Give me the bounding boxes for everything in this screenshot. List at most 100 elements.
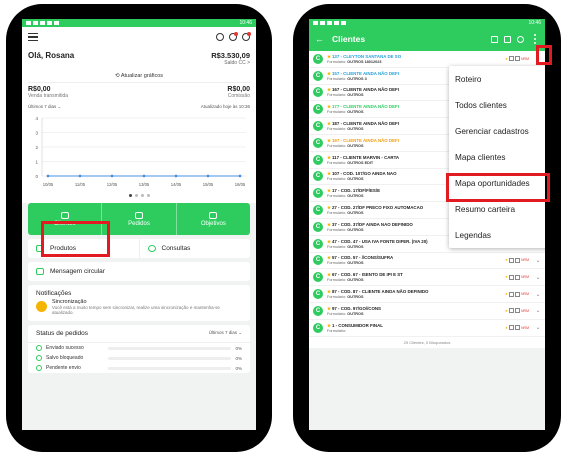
cart-icon	[134, 211, 143, 219]
consultas-label: Consultas	[161, 245, 191, 252]
client-count: 25 Clientes, 0 Bloqueados	[309, 336, 545, 348]
client-form-value: OUTROS	[347, 127, 364, 132]
clientes-toolbar: ← Clientes	[309, 27, 545, 51]
y-tick-label: 3	[35, 130, 38, 135]
sync-icon[interactable]	[216, 33, 224, 41]
add-client-icon[interactable]	[491, 35, 498, 43]
notification-item[interactable]: Sincronização Você está a muito tempo se…	[28, 299, 250, 321]
client-form-label: Formulário:	[327, 211, 347, 216]
client-row[interactable]: C ★67 - COD. 67 - ISENTO DE IPI E ST Formu…	[309, 269, 545, 287]
client-row[interactable]: C ★57 - COD. 57 - //CONS/SUFRA Formulário:…	[309, 253, 545, 270]
client-name-text: 117 - CLIENTE MARVIN - CARTA	[331, 154, 400, 160]
order-status-filter-label: Últimos 7 dias	[208, 330, 237, 335]
consultas-link[interactable]: Consultas	[140, 239, 251, 258]
order-status-list: Enviado sucesso 0% Salvo bloqueado 0% Penden…	[28, 343, 250, 373]
star-icon: ★	[327, 53, 331, 59]
client-form-value: OUTROS	[347, 194, 364, 199]
menu-item-todos-clientes[interactable]: Todos clientes	[449, 92, 545, 118]
highlight-kebab	[536, 45, 552, 65]
client-form: Formulário: OUTROS	[327, 278, 505, 282]
client-avatar: C	[313, 322, 323, 333]
document-icon	[509, 308, 515, 314]
client-form-label: Formulário:	[327, 194, 347, 199]
star-icon: ★	[327, 255, 331, 261]
client-avatar: C	[313, 70, 323, 81]
update-charts-button[interactable]: ⟲ Atualizar gráficos	[28, 70, 250, 83]
client-form-value: OUTROS EDIT	[347, 160, 374, 165]
client-name-text: 197 - CLIENTE AINDA NÃO DEFI	[331, 137, 399, 143]
client-form-label: Formulário:	[327, 143, 347, 148]
menu-item-roteiro[interactable]: Roteiro	[449, 66, 545, 92]
client-info: ★87 - COD. 87 - CLIENTE AINDA NÃO DEFINI…	[327, 289, 505, 299]
y-tick-label: 4	[35, 116, 38, 121]
client-name-text: 107 - COD. 107/GO AINDA NAO	[331, 171, 397, 177]
saldo-link[interactable]: Saldo CC >	[211, 60, 250, 66]
chevron-down-icon[interactable]: ⌄	[535, 257, 541, 264]
filter-icon[interactable]	[504, 35, 511, 43]
client-form-value: OUTROS 18012023	[347, 59, 382, 64]
star-icon: ★	[327, 289, 331, 295]
clientes-title: Clientes	[332, 34, 366, 44]
more-options-icon[interactable]	[530, 34, 539, 45]
status-label: Pendente envio	[46, 365, 81, 371]
back-arrow-icon[interactable]: ←	[315, 34, 324, 44]
chevron-down-icon[interactable]: ⌄	[535, 307, 541, 314]
pin-icon	[515, 325, 521, 331]
status-pct: 0%	[235, 355, 242, 361]
menu-icon[interactable]	[28, 33, 38, 41]
nav-pedidos[interactable]: Pedidos	[102, 203, 177, 235]
menu-item-legendas[interactable]: Legendas	[449, 222, 545, 248]
client-info: ★97 - COD. 97/GO//CONS Formulário: OUTROS	[327, 306, 505, 316]
updated-label: Atualizado hoje às 10:36	[200, 104, 250, 109]
star-icon: ★	[327, 104, 331, 110]
client-form-value: OUTROS	[347, 177, 364, 182]
client-name-text: 177 - CLIENTE AINDA NÃO DEFI	[331, 104, 399, 110]
chevron-down-icon[interactable]: ⌄	[535, 291, 541, 298]
alert-icon[interactable]	[229, 32, 238, 41]
status-icons	[26, 21, 59, 25]
mensagem-label: Mensagem circular	[50, 268, 105, 275]
pin-icon	[515, 274, 521, 280]
client-row[interactable]: C ★87 - COD. 87 - CLIENTE AINDA NÃO DEFIN…	[309, 286, 545, 303]
notification-icon[interactable]	[242, 32, 251, 41]
client-form-label: Formulário:	[327, 93, 347, 98]
carousel-dots[interactable]	[28, 194, 250, 197]
nav-objetivos[interactable]: Objetivos	[177, 203, 250, 235]
client-form-label: Formulário:	[327, 127, 347, 132]
client-name-text: 1 - CONSUMIDOR FINAL	[331, 322, 383, 328]
client-form-label: Formulário:	[327, 244, 347, 249]
pin-icon	[515, 308, 521, 314]
order-status-title: Status de pedidos	[36, 330, 89, 337]
period-filter[interactable]: Últimos 7 dias ⌄	[28, 104, 61, 110]
status-icon	[36, 345, 42, 351]
client-form-value: OUTROS	[347, 311, 364, 316]
data-point	[142, 174, 146, 178]
client-row[interactable]: C ★1 - CONSUMIDOR FINAL Formulário: ★ NRM ⌄	[309, 320, 545, 337]
client-avatar: C	[313, 171, 323, 182]
star-icon: ★	[327, 221, 331, 227]
client-tags: ★ NRM	[505, 291, 529, 297]
status-icons-2	[313, 21, 346, 25]
star-icon: ★	[327, 154, 331, 160]
chevron-down-icon[interactable]: ⌄	[535, 274, 541, 281]
client-tags: ★ NRM	[505, 56, 529, 62]
phone-home: 10:46 Olá, Rosana R$3.530,09 Saldo CC > …	[6, 4, 272, 452]
commission-label: Comissão	[227, 93, 250, 99]
menu-item-gerenciar-cadastros[interactable]: Gerenciar cadastros	[449, 118, 545, 144]
data-point	[174, 174, 178, 178]
client-info: ★67 - COD. 67 - ISENTO DE IPI E ST Formul…	[327, 272, 505, 282]
order-status-filter[interactable]: Últimos 7 dias ⌄	[209, 330, 242, 337]
chevron-down-icon[interactable]: ⌄	[535, 324, 541, 331]
menu-item-mapa-clientes[interactable]: Mapa clientes	[449, 144, 545, 170]
pin-icon	[515, 291, 521, 297]
client-form-value: OUTROS	[347, 211, 364, 216]
search-icon-2[interactable]	[517, 35, 524, 43]
client-avatar: C	[313, 221, 323, 232]
mensagem-link[interactable]: Mensagem circular	[28, 262, 250, 281]
client-row[interactable]: C ★97 - COD. 97/GO//CONS Formulário: OUTRO…	[309, 303, 545, 320]
client-form-value: OUTROS	[347, 295, 364, 300]
client-name-text: 157 - CLIENTE AINDA NÃO DEFI	[331, 70, 399, 76]
star-tag-icon: ★	[504, 258, 509, 263]
client-avatar: C	[313, 238, 323, 249]
client-info: ★137 - CLEYTON SANTANA DE SO Formulário: …	[327, 54, 505, 64]
